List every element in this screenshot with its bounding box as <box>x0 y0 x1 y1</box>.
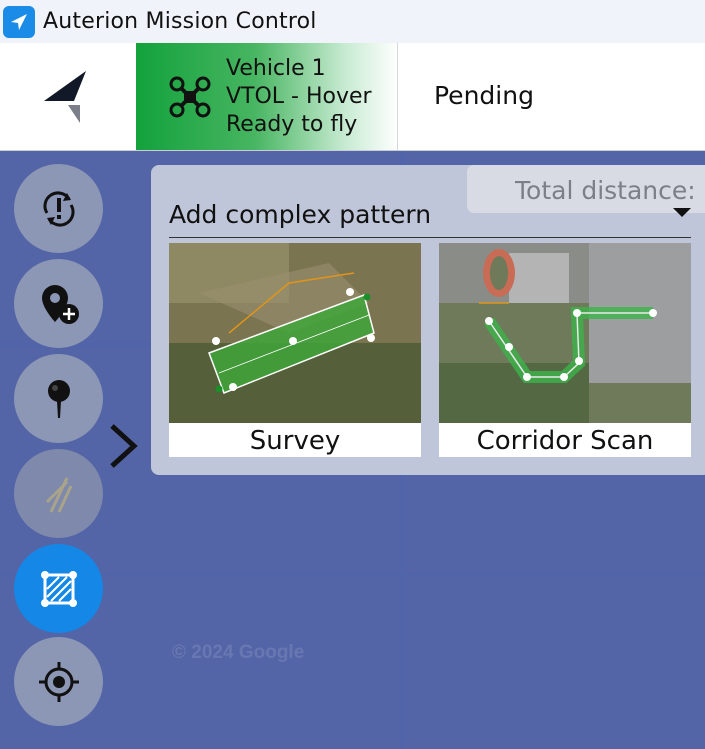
sync-mission-button[interactable] <box>14 164 103 253</box>
window-title: Auterion Mission Control <box>43 9 317 34</box>
top-toolbar: Vehicle 1 VTOL - Hover Ready to fly Pend… <box>0 43 705 151</box>
sync-alert-icon <box>43 191 74 226</box>
window-titlebar: Auterion Mission Control <box>0 0 705 43</box>
drone-icon <box>169 76 211 117</box>
vehicle-name: Vehicle 1 <box>226 55 326 81</box>
survey-pattern-card[interactable]: Survey <box>169 243 421 457</box>
corridor-scan-pattern-card[interactable]: Corridor Scan <box>439 243 691 457</box>
panel-divider <box>169 237 691 238</box>
pin-icon <box>47 379 70 418</box>
corridor-scan-thumbnail <box>439 243 691 423</box>
vehicle-mode: VTOL - Hover <box>226 83 372 109</box>
panel-title: Add complex pattern <box>169 200 432 229</box>
app-icon <box>3 5 35 38</box>
vehicle-info: Vehicle 1 VTOL - Hover Ready to fly <box>226 55 372 139</box>
survey-thumbnail <box>169 243 421 423</box>
total-distance-label: Total distance: <box>515 176 696 205</box>
complex-pattern-button[interactable] <box>14 544 103 633</box>
header-divider <box>397 43 398 150</box>
map-attribution: © 2024 Google <box>172 642 305 663</box>
chevron-right-icon[interactable] <box>108 422 138 470</box>
survey-label: Survey <box>249 426 341 456</box>
dropdown-arrow-icon[interactable] <box>673 208 691 217</box>
center-map-button[interactable] <box>14 637 103 726</box>
corridor-scan-label: Corridor Scan <box>476 426 654 456</box>
auterion-logo-button[interactable] <box>0 43 136 150</box>
pin-button[interactable] <box>14 354 103 443</box>
rally-icon <box>45 476 72 513</box>
auterion-logo-icon <box>44 70 86 123</box>
crosshair-icon <box>38 661 79 702</box>
vehicle-state: Ready to fly <box>226 111 358 137</box>
rally-point-button[interactable] <box>14 449 103 538</box>
add-waypoint-button[interactable] <box>14 259 103 348</box>
vehicle-status[interactable]: Vehicle 1 VTOL - Hover Ready to fly <box>136 43 398 150</box>
mission-status[interactable]: Pending <box>434 81 534 110</box>
location-plus-icon <box>41 284 79 324</box>
pattern-icon <box>40 570 77 607</box>
